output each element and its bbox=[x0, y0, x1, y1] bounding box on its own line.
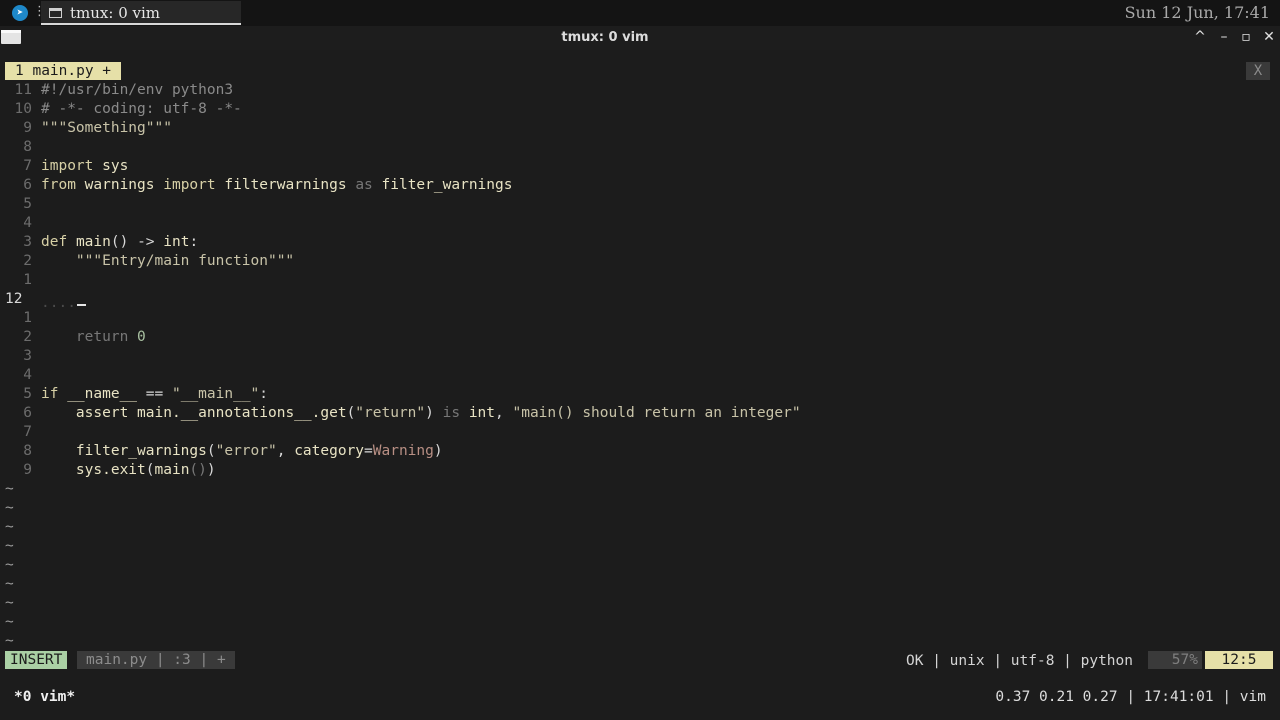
code-line[interactable]: 6 assert main.__annotations__.get("retur… bbox=[0, 404, 1280, 423]
line-number: 2 bbox=[23, 329, 32, 345]
code-line[interactable]: 12 bbox=[0, 290, 1280, 309]
line-number: 7 bbox=[23, 158, 32, 174]
code-text: sys.exit(main()) bbox=[75, 462, 216, 478]
line-number: 3 bbox=[23, 234, 32, 250]
window-title: tmux: 0 vim bbox=[561, 30, 649, 45]
line-number: 4 bbox=[23, 215, 32, 231]
code-line[interactable]: 2 return 0 bbox=[0, 328, 1280, 347]
line-number: 8 bbox=[23, 139, 32, 155]
code-line[interactable]: 1 bbox=[0, 271, 1280, 290]
code-text: def main() -> int: bbox=[41, 234, 199, 250]
line-number: 7 bbox=[23, 424, 32, 440]
cursor-position: 12:5 bbox=[1205, 651, 1273, 669]
code-line[interactable]: 5 bbox=[0, 195, 1280, 214]
code-line[interactable]: 5 if __name__ == "__main__": bbox=[0, 385, 1280, 404]
code-line[interactable]: 7 import sys bbox=[0, 157, 1280, 176]
line-number: 11 bbox=[14, 82, 32, 98]
code-text: """Entry/main function""" bbox=[75, 253, 295, 269]
code-line[interactable]: 11 #!/usr/bin/env python3 bbox=[0, 81, 1280, 100]
line-number: 6 bbox=[23, 177, 32, 193]
code-text: if __name__ == "__main__": bbox=[41, 386, 269, 402]
code-line[interactable]: 4 bbox=[0, 214, 1280, 233]
code-text: filter_warnings("error", category=Warnin… bbox=[75, 443, 443, 459]
window-icon bbox=[49, 8, 62, 18]
code-line[interactable]: 3 bbox=[0, 347, 1280, 366]
code-line[interactable]: 7 bbox=[0, 423, 1280, 442]
code-line[interactable]: 10 # -*- coding: utf-8 -*- bbox=[0, 100, 1280, 119]
code-line[interactable]: 8 bbox=[0, 138, 1280, 157]
code-text: """Something""" bbox=[41, 120, 172, 136]
line-number: 8 bbox=[23, 443, 32, 459]
code-line[interactable]: 1 bbox=[0, 309, 1280, 328]
taskbar: ➤ ⋮≡ tmux: 0 vim Sun 12 Jun, 17:41 bbox=[0, 0, 1280, 26]
line-number: 1 bbox=[23, 310, 32, 326]
code-text: import sys bbox=[41, 158, 129, 174]
code-line[interactable]: 6 from warnings import filterwarnings as … bbox=[0, 176, 1280, 195]
empty-line-marker: ~ bbox=[5, 519, 14, 535]
vim-tab-close-button[interactable]: X bbox=[1246, 62, 1270, 80]
line-number: 6 bbox=[23, 405, 32, 421]
window-titlebar[interactable]: tmux: 0 vim ^ – ▫ ✕ bbox=[0, 26, 1280, 50]
close-icon: ✕ bbox=[1263, 29, 1275, 45]
line-number: 5 bbox=[23, 386, 32, 402]
minimize-button[interactable]: – bbox=[1215, 29, 1233, 45]
vim-statusline: INSERT main.py | :3 | + OK | unix | utf-… bbox=[0, 650, 1280, 670]
line-number: 2 bbox=[23, 253, 32, 269]
line-number: 1 bbox=[23, 272, 32, 288]
maximize-icon: ▫ bbox=[1241, 29, 1251, 45]
code-line[interactable]: 9 """Something""" bbox=[0, 119, 1280, 138]
empty-line-marker: ~ bbox=[5, 614, 14, 630]
code-line[interactable]: 4 bbox=[0, 366, 1280, 385]
code-text: # -*- coding: utf-8 -*- bbox=[41, 101, 242, 117]
line-number: 9 bbox=[23, 462, 32, 478]
text-cursor bbox=[77, 304, 86, 306]
line-number: 9 bbox=[23, 120, 32, 136]
close-button[interactable]: ✕ bbox=[1260, 29, 1278, 45]
code-line[interactable]: 8 filter_warnings("error", category=Warn… bbox=[0, 442, 1280, 461]
code-text: #!/usr/bin/env python3 bbox=[41, 82, 234, 98]
code-text: from warnings import filterwarnings as f… bbox=[41, 177, 513, 193]
maximize-button[interactable]: ▫ bbox=[1237, 29, 1255, 45]
terminal[interactable]: 1 main.py + X 11 #!/usr/bin/env python3 10… bbox=[0, 50, 1280, 720]
code-line[interactable]: 3 def main() -> int: bbox=[0, 233, 1280, 252]
file-format-info: OK | unix | utf-8 | python bbox=[906, 653, 1133, 669]
line-number: 4 bbox=[23, 367, 32, 383]
line-number: 12 bbox=[5, 291, 23, 307]
code-line[interactable]: 2 """Entry/main function""" bbox=[0, 252, 1280, 271]
empty-line-marker: ~ bbox=[5, 538, 14, 554]
taskbar-task-tmux[interactable]: tmux: 0 vim bbox=[41, 1, 241, 25]
empty-line-marker: ~ bbox=[5, 576, 14, 592]
line-number: 10 bbox=[14, 101, 32, 117]
code-text: return 0 bbox=[75, 329, 146, 345]
shade-button[interactable]: ^ bbox=[1191, 29, 1209, 45]
vim-tab-main-py[interactable]: 1 main.py + bbox=[5, 62, 122, 80]
indent-guide: ···· bbox=[41, 299, 76, 315]
empty-line-marker: ~ bbox=[5, 595, 14, 611]
file-info: main.py | :3 | + bbox=[77, 651, 235, 669]
empty-line-marker: ~ bbox=[5, 481, 14, 497]
chevron-up-icon: ^ bbox=[1194, 29, 1206, 45]
code-line[interactable]: 9 sys.exit(main()) bbox=[0, 461, 1280, 480]
mode-indicator: INSERT bbox=[5, 651, 68, 669]
minimize-icon: – bbox=[1220, 29, 1228, 45]
taskbar-task-title: tmux: 0 vim bbox=[70, 4, 160, 22]
line-number: 3 bbox=[23, 348, 32, 364]
tmux-statusbar: *0 vim* 0.37 0.21 0.27 | 17:41:01 | vim bbox=[0, 685, 1280, 709]
line-number: 5 bbox=[23, 196, 32, 212]
tmux-window-tab[interactable]: *0 vim* bbox=[14, 685, 75, 709]
empty-line-marker: ~ bbox=[5, 633, 14, 649]
app-launcher-icon[interactable]: ➤ bbox=[12, 5, 28, 21]
empty-line-marker: ~ bbox=[5, 557, 14, 573]
code-text: assert main.__annotations__.get("return"… bbox=[75, 405, 801, 421]
clock[interactable]: Sun 12 Jun, 17:41 bbox=[1125, 3, 1270, 22]
tmux-status-right: 0.37 0.21 0.27 | 17:41:01 | vim bbox=[995, 689, 1266, 705]
scroll-percent: 57% bbox=[1148, 651, 1202, 669]
empty-line-marker: ~ bbox=[5, 500, 14, 516]
